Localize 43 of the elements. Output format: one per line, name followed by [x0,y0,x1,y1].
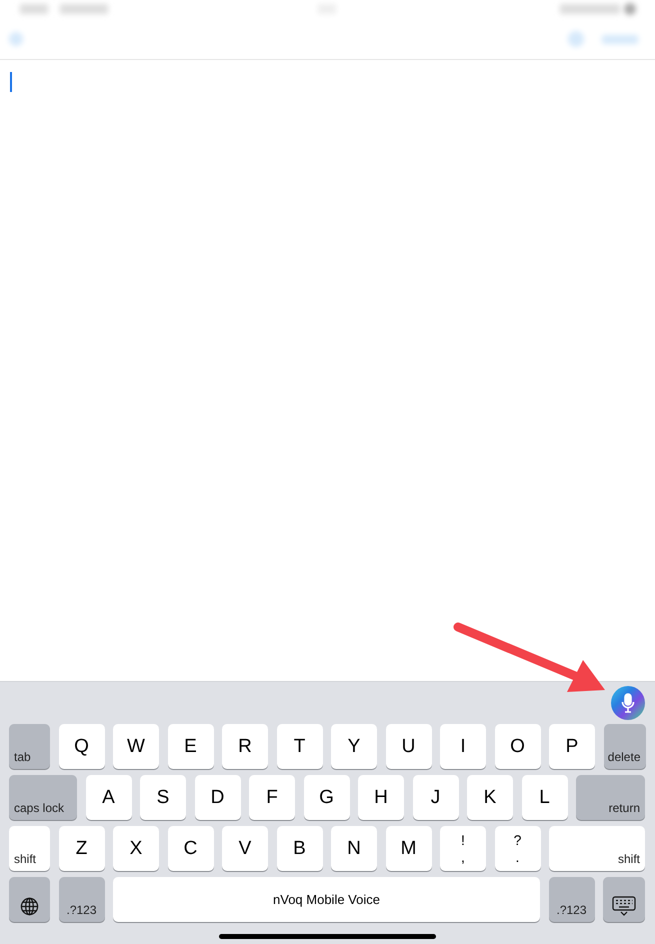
letter-key[interactable]: Z [58,826,104,871]
globe-key[interactable] [9,877,50,922]
letter-key[interactable]: S [140,775,186,820]
function-key[interactable]: tab [9,724,50,769]
microphone-icon [621,693,635,713]
letter-key[interactable]: E [168,724,214,769]
symbols-key[interactable]: .?123 [58,877,104,922]
function-key[interactable]: delete [604,724,646,769]
letter-key[interactable]: V [222,826,268,871]
shift-key[interactable]: shift [549,826,645,871]
letter-key[interactable]: F [249,775,295,820]
letter-key[interactable]: C [168,826,214,871]
shift-key[interactable]: shift [9,826,50,871]
letter-key[interactable]: H [358,775,404,820]
punctuation-key[interactable]: ? . [494,826,540,871]
function-key[interactable]: return [576,775,645,820]
letter-key[interactable]: N [331,826,377,871]
letter-key[interactable]: W [113,724,159,769]
letter-key[interactable]: U [386,724,432,769]
letter-key[interactable]: T [276,724,322,769]
letter-key[interactable]: M [386,826,432,871]
symbols-key[interactable]: .?123 [548,877,594,922]
letter-key[interactable]: O [494,724,540,769]
keyboard-icon [612,896,636,916]
letter-key[interactable]: X [113,826,159,871]
letter-key[interactable]: Y [331,724,377,769]
hide-keyboard-key[interactable] [603,877,645,922]
letter-key[interactable]: K [467,775,513,820]
letter-key[interactable]: J [412,775,458,820]
letter-key[interactable]: L [522,775,568,820]
letter-key[interactable]: I [440,724,486,769]
function-key[interactable]: caps lock [9,775,77,820]
space-bar[interactable]: nVoq Mobile Voice [113,877,540,922]
globe-icon [20,897,39,916]
punctuation-key[interactable]: ! , [440,826,486,871]
letter-key[interactable]: A [86,775,132,820]
letter-key[interactable]: P [549,724,595,769]
letter-key[interactable]: G [304,775,350,820]
letter-key[interactable]: D [194,775,240,820]
letter-key[interactable]: B [276,826,322,871]
letter-key[interactable]: R [222,724,268,769]
letter-key[interactable]: Q [58,724,104,769]
microphone-button[interactable] [611,686,645,720]
